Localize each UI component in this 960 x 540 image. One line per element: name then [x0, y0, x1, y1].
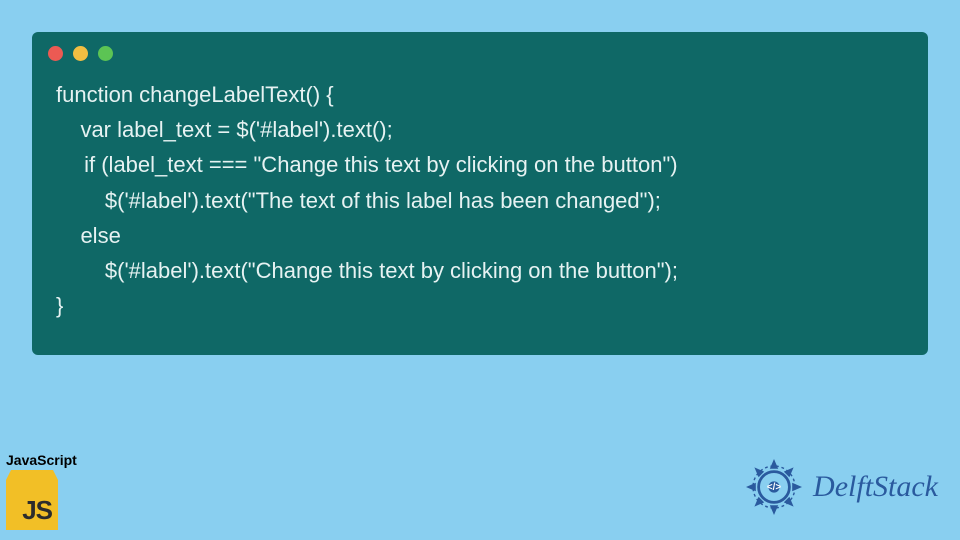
minimize-icon[interactable] [73, 46, 88, 61]
code-line: function changeLabelText() { [56, 82, 334, 107]
code-line: $('#label').text("The text of this label… [56, 188, 661, 213]
window-titlebar [32, 32, 928, 69]
close-icon[interactable] [48, 46, 63, 61]
javascript-logo-icon: JS [6, 470, 58, 530]
code-line: } [56, 293, 63, 318]
svg-text:</>: </> [767, 482, 781, 493]
code-block: function changeLabelText() { var label_t… [32, 69, 928, 335]
code-line: else [56, 223, 121, 248]
javascript-logo-text: JS [22, 495, 52, 526]
javascript-badge: JavaScript JS [6, 452, 88, 530]
code-line: if (label_text === "Change this text by … [56, 152, 678, 177]
code-line: $('#label').text("Change this text by cl… [56, 258, 678, 283]
brand-name: DelftStack [813, 470, 938, 504]
maximize-icon[interactable] [98, 46, 113, 61]
code-line: var label_text = $('#label').text(); [56, 117, 393, 142]
javascript-label: JavaScript [6, 452, 88, 468]
brand-logo: </> DelftStack [739, 452, 938, 522]
delftstack-icon: </> [739, 452, 809, 522]
code-window: function changeLabelText() { var label_t… [32, 32, 928, 355]
